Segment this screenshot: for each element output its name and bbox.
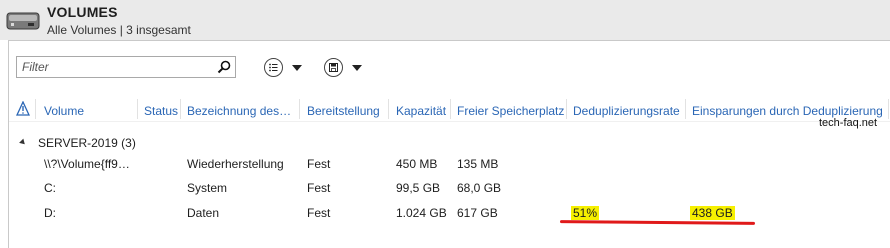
list-view-icon <box>264 58 283 77</box>
table-cell-volume[interactable]: \\?\Volume{ff9… <box>44 157 130 171</box>
chevron-down-icon <box>352 65 362 71</box>
volume-drive-icon <box>6 12 40 30</box>
save-icon <box>324 58 343 77</box>
table-cell-label: System <box>187 181 228 195</box>
table-cell-provisioning: Fest <box>307 181 331 195</box>
table-cell-provisioning: Fest <box>307 157 331 171</box>
warning-column-icon[interactable] <box>16 101 30 117</box>
column-header-free-space[interactable]: Freier Speicherplatz <box>457 104 564 118</box>
header-divider <box>9 121 890 122</box>
column-separator <box>888 99 889 119</box>
filter-input[interactable] <box>17 57 213 77</box>
column-separator <box>35 99 36 119</box>
table-cell-dedup-rate: 51% <box>571 206 600 220</box>
view-options-button[interactable] <box>264 58 306 78</box>
column-separator <box>685 99 686 119</box>
column-separator <box>299 99 300 119</box>
group-row-server[interactable]: SERVER-2019 (3) <box>19 136 136 150</box>
collapse-triangle-icon[interactable] <box>19 138 27 147</box>
column-header-volume[interactable]: Volume <box>44 104 84 118</box>
table-cell-label: Daten <box>187 206 220 220</box>
search-icon[interactable] <box>217 60 231 74</box>
watermark: tech-faq.net <box>819 117 878 129</box>
column-separator <box>450 99 451 119</box>
filter-box <box>16 56 236 78</box>
page-title: VOLUMES <box>47 4 118 20</box>
table-cell-capacity: 1.024 GB <box>396 206 447 220</box>
table-cell-dedup-savings: 438 GB <box>690 206 735 220</box>
chevron-down-icon <box>292 65 302 71</box>
page-header: VOLUMES Alle Volumes | 3 insgesamt <box>0 0 890 40</box>
column-separator <box>180 99 181 119</box>
table-cell-capacity: 99,5 GB <box>396 181 441 195</box>
table-cell-volume[interactable]: D: <box>44 206 56 220</box>
column-header-capacity[interactable]: Kapazität <box>396 104 446 118</box>
table-cell-label: Wiederherstellung <box>187 157 284 171</box>
column-header-label[interactable]: Bezeichnung des… <box>187 104 291 118</box>
group-label: SERVER-2019 (3) <box>38 136 136 150</box>
table-cell-provisioning: Fest <box>307 206 331 220</box>
column-separator <box>388 99 389 119</box>
column-header-provisioning[interactable]: Bereitstellung <box>307 104 380 118</box>
table-cell-free-space: 68,0 GB <box>457 181 502 195</box>
table-cell-free-space: 617 GB <box>457 206 498 220</box>
column-header-status[interactable]: Status <box>144 104 178 118</box>
table-cell-volume[interactable]: C: <box>44 181 56 195</box>
table-cell-capacity: 450 MB <box>396 157 438 171</box>
table-cell-free-space: 135 MB <box>457 157 499 171</box>
save-options-button[interactable] <box>324 58 366 78</box>
column-header-dedup-rate[interactable]: Deduplizierungsrate <box>573 104 680 118</box>
column-separator <box>137 99 138 119</box>
column-separator <box>566 99 567 119</box>
page-subtitle: Alle Volumes | 3 insgesamt <box>47 23 191 37</box>
column-header-dedup-savings[interactable]: Einsparungen durch Deduplizierung <box>692 104 883 118</box>
